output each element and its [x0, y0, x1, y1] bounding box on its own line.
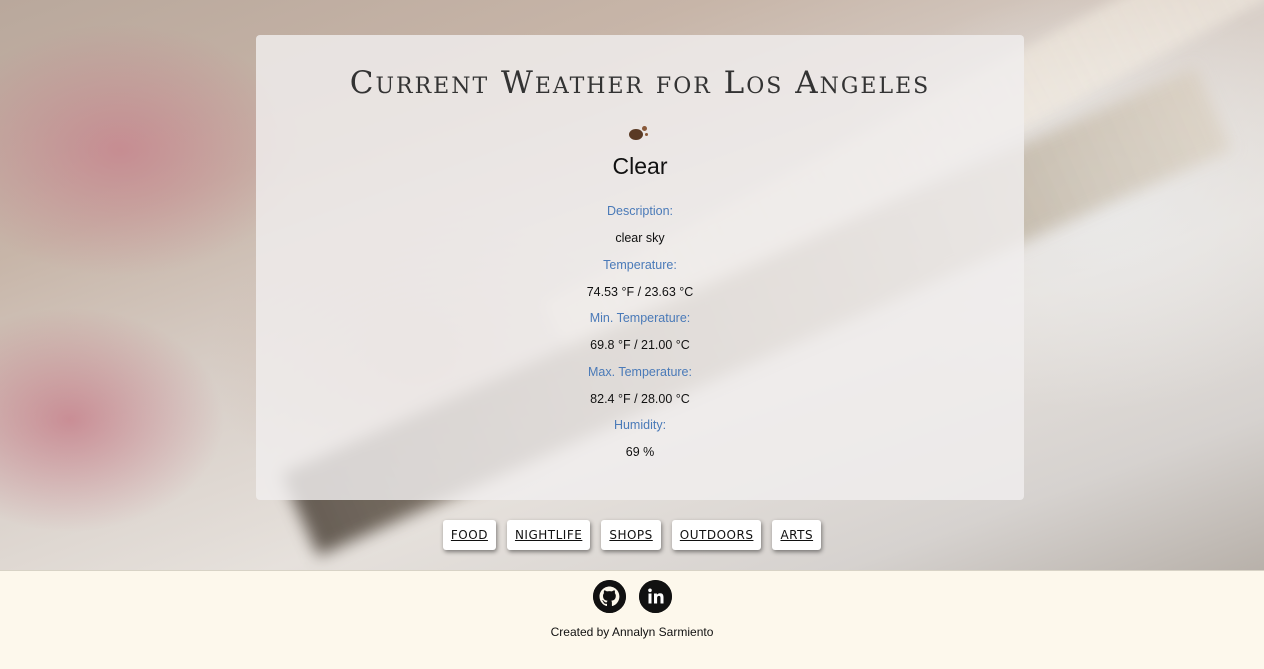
description-value: clear sky — [615, 231, 665, 245]
weather-main-condition: Clear — [612, 153, 668, 179]
category-nav: FOOD NIGHTLIFE SHOPS OUTDOORS ARTS — [0, 520, 1264, 550]
max-temperature-value: 82.4 °F / 28.00 °C — [590, 391, 690, 406]
social-links — [0, 580, 1264, 613]
weather-title: Current Weather for Los Angeles — [349, 65, 931, 101]
outdoors-button[interactable]: OUTDOORS — [671, 520, 762, 550]
shops-button[interactable]: SHOPS — [601, 520, 661, 550]
footer-credit: Created by Annalyn Sarmiento — [550, 625, 714, 639]
food-button[interactable]: FOOD — [442, 520, 496, 550]
min-temperature-value: 69.8 °F / 21.00 °C — [590, 338, 690, 352]
humidity-value: 69 % — [625, 445, 655, 459]
clear-sky-icon — [625, 123, 655, 145]
max-temperature-label: Max. Temperature: — [588, 364, 692, 379]
temperature-label: Temperature: — [603, 257, 677, 272]
nightlife-button[interactable]: NIGHTLIFE — [506, 520, 591, 550]
footer: Created by Annalyn Sarmiento — [0, 570, 1264, 669]
weather-card: Current Weather for Los Angeles Clear De… — [256, 35, 1024, 500]
weather-details: Description: clear sky Temperature: 74.5… — [256, 198, 1024, 466]
arts-button[interactable]: ARTS — [772, 520, 822, 550]
linkedin-icon[interactable] — [638, 580, 672, 613]
humidity-label: Humidity: — [613, 418, 667, 432]
github-icon[interactable] — [592, 580, 626, 613]
min-temperature-label: Min. Temperature: — [589, 311, 691, 325]
temperature-value: 74.53 °F / 23.63 °C — [586, 284, 694, 299]
description-label: Description: — [607, 204, 673, 218]
